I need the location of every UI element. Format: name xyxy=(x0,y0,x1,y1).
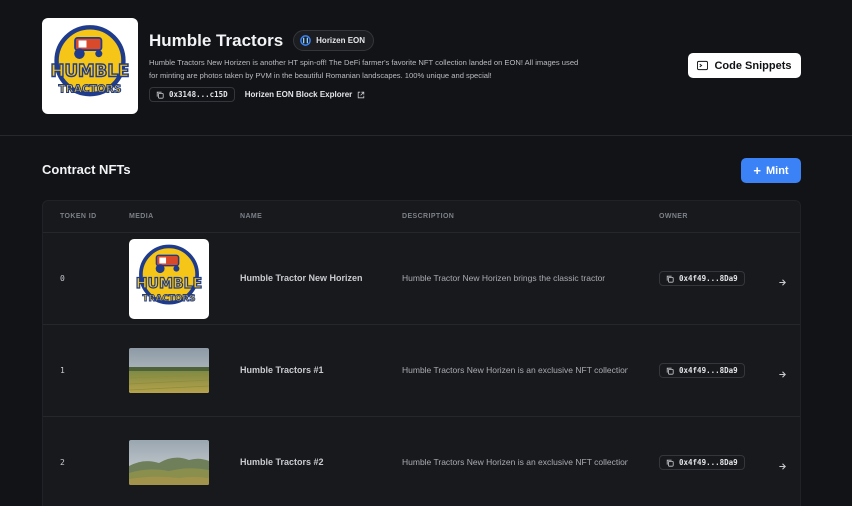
nft-name: Humble Tractor New Horizen xyxy=(240,273,363,283)
nft-media xyxy=(129,440,209,485)
arrow-right-icon[interactable] xyxy=(778,274,788,286)
block-explorer-label: Horizen EON Block Explorer xyxy=(244,90,353,99)
token-id: 2 xyxy=(60,458,65,467)
table-row[interactable]: 0 HUMBLE TRACTORS Humble Tractor New Hor… xyxy=(43,233,800,325)
table-header: TOKEN ID MEDIA NAME DESCRIPTION OWNER xyxy=(43,201,800,233)
owner-address-copy[interactable]: 0x4f49...8Da9 xyxy=(659,271,745,286)
arrow-right-icon[interactable] xyxy=(778,366,788,378)
code-snippets-label: Code Snippets xyxy=(714,59,792,72)
owner-address: 0x4f49...8Da9 xyxy=(679,458,738,467)
plus-icon: + xyxy=(753,162,761,178)
arrow-right-icon[interactable] xyxy=(778,458,788,470)
external-link-icon xyxy=(358,91,365,98)
contract-address: 0x3148...c15D xyxy=(169,90,228,99)
nft-description: Humble Tractors New Horizen is an exclus… xyxy=(402,457,628,467)
column-owner: OWNER xyxy=(659,213,688,220)
block-explorer-link[interactable]: Horizen EON Block Explorer xyxy=(245,90,366,99)
contract-logo: HUMBLE TRACTORS xyxy=(42,18,138,114)
column-name: NAME xyxy=(240,213,263,220)
copy-icon xyxy=(666,459,674,467)
contract-title: Humble Tractors xyxy=(149,30,284,50)
nft-media: HUMBLE TRACTORS xyxy=(129,239,209,319)
column-media: MEDIA xyxy=(129,213,154,220)
landscape-photo-icon xyxy=(129,348,209,393)
humble-tractors-logo-icon: HUMBLE TRACTORS xyxy=(135,244,203,305)
logo-text-bottom: TRACTORS xyxy=(58,83,121,95)
nft-table: TOKEN ID MEDIA NAME DESCRIPTION OWNER 0 … xyxy=(42,200,801,506)
chain-badge-label: Horizen EON xyxy=(316,36,366,45)
terminal-icon xyxy=(697,60,709,71)
token-id: 1 xyxy=(60,366,65,375)
nft-media xyxy=(129,348,209,393)
copy-icon xyxy=(666,367,674,375)
logo-text-bottom: TRACTORS xyxy=(142,294,195,304)
owner-address: 0x4f49...8Da9 xyxy=(679,274,738,283)
copy-icon xyxy=(156,91,164,99)
nft-name: Humble Tractors #2 xyxy=(240,457,324,467)
code-snippets-button[interactable]: Code Snippets xyxy=(688,53,801,78)
column-description: DESCRIPTION xyxy=(402,213,455,220)
column-token-id: TOKEN ID xyxy=(60,213,97,220)
mint-label: Mint xyxy=(765,164,789,177)
contract-address-copy[interactable]: 0x3148...c15D xyxy=(149,87,235,102)
nft-description: Humble Tractors New Horizen is an exclus… xyxy=(402,365,628,375)
token-id: 0 xyxy=(60,274,65,283)
mint-button[interactable]: + Mint xyxy=(741,158,801,183)
nft-description: Humble Tractor New Horizen brings the cl… xyxy=(402,273,606,283)
owner-address: 0x4f49...8Da9 xyxy=(679,366,738,375)
horizen-logo-icon xyxy=(300,35,311,46)
logo-text-top: HUMBLE xyxy=(51,61,130,81)
humble-tractors-logo-icon: HUMBLE TRACTORS xyxy=(50,25,130,97)
table-row[interactable]: 2 Humble Tractors #2 Humble Tractors New… xyxy=(43,417,800,506)
table-row[interactable]: 1 Humble Tractors #1 Humble Tractors New… xyxy=(43,325,800,417)
contract-description: Humble Tractors New Horizen is another H… xyxy=(149,58,579,80)
owner-address-copy[interactable]: 0x4f49...8Da9 xyxy=(659,363,745,378)
landscape-photo-icon xyxy=(129,440,209,485)
nft-name: Humble Tractors #1 xyxy=(240,365,324,375)
logo-text-top: HUMBLE xyxy=(136,276,202,292)
chain-badge[interactable]: Horizen EON xyxy=(293,30,375,51)
contract-header: HUMBLE TRACTORS Humble Tractors Horizen … xyxy=(0,0,852,136)
copy-icon xyxy=(666,275,674,283)
owner-address-copy[interactable]: 0x4f49...8Da9 xyxy=(659,455,745,470)
section-title: Contract NFTs xyxy=(42,162,131,177)
